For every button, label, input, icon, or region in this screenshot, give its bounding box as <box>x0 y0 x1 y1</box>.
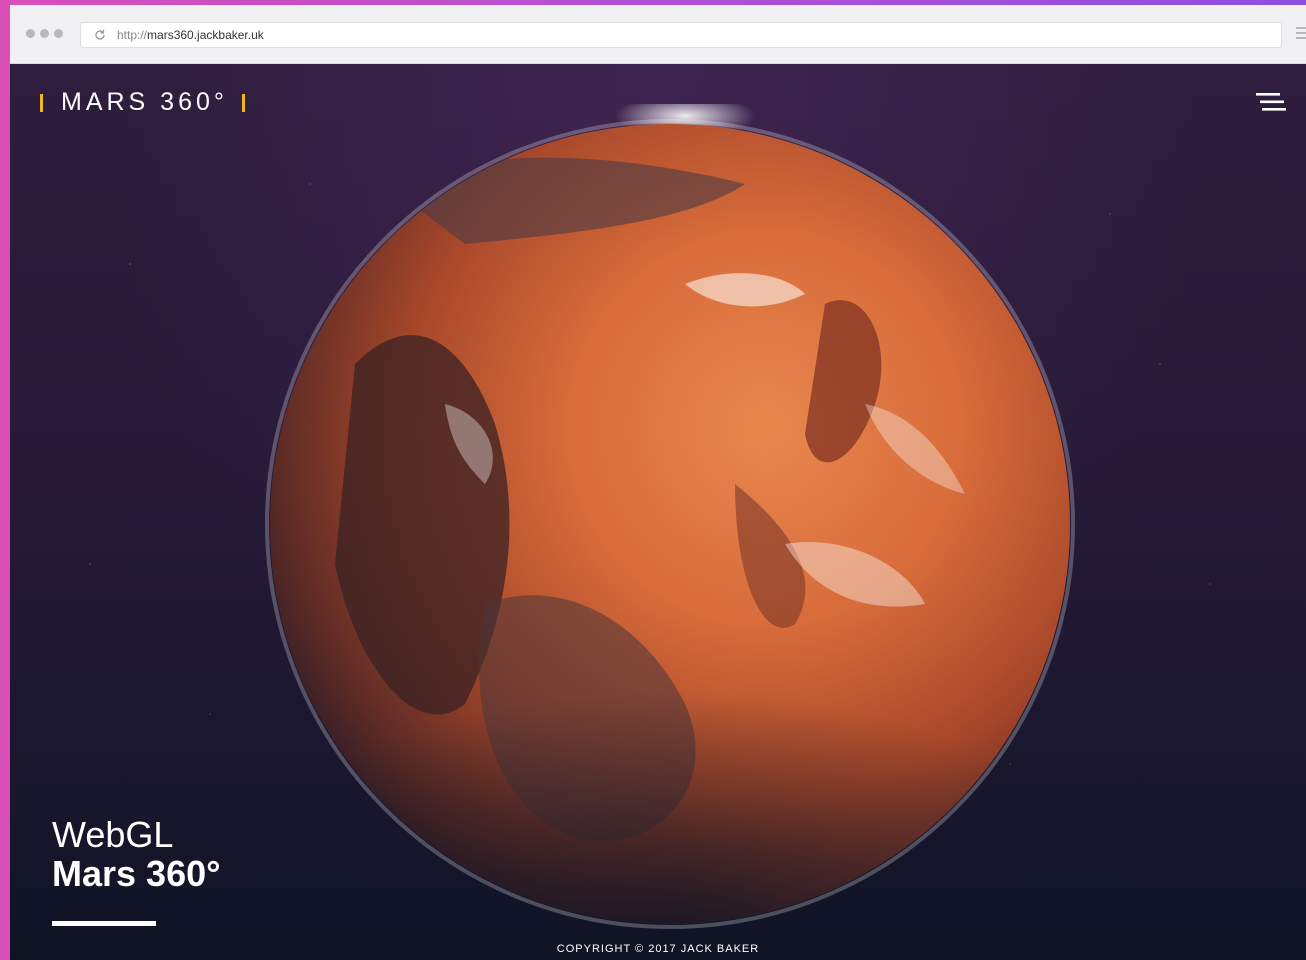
url-protocol: http:// <box>117 28 148 42</box>
maximize-window-dot[interactable] <box>54 29 63 38</box>
reload-icon[interactable] <box>93 28 107 42</box>
hero-title: WebGL Mars 360° <box>52 816 221 894</box>
webgl-scene[interactable]: MARS 360° WebGL Mars 360° COPYRIGHT © 20… <box>10 64 1306 960</box>
minimize-window-dot[interactable] <box>40 29 49 38</box>
window-controls <box>26 29 63 38</box>
url-host: mars360.jackbaker.uk <box>147 28 264 42</box>
url-text: http://mars360.jackbaker.uk <box>117 28 264 42</box>
mars-planet[interactable] <box>265 104 1075 934</box>
logo-bar-right <box>241 93 245 112</box>
hamburger-icon[interactable] <box>1256 92 1286 112</box>
browser-window: http://mars360.jackbaker.uk MARS 360° We… <box>10 5 1306 960</box>
hero-subtitle: WebGL <box>52 814 174 855</box>
hero-title-main: Mars 360° <box>52 853 221 894</box>
browser-toolbar: http://mars360.jackbaker.uk <box>10 5 1306 64</box>
copyright-text: COPYRIGHT © 2017 JACK BAKER <box>556 943 760 955</box>
address-bar[interactable]: http://mars360.jackbaker.uk <box>80 22 1282 48</box>
browser-menu-icon[interactable] <box>1296 27 1306 41</box>
title-underline <box>52 921 156 926</box>
logo-bar-left <box>40 93 43 112</box>
site-logo[interactable]: MARS 360° <box>40 88 245 117</box>
logo-text: MARS 360° <box>61 88 228 116</box>
close-window-dot[interactable] <box>26 29 35 38</box>
